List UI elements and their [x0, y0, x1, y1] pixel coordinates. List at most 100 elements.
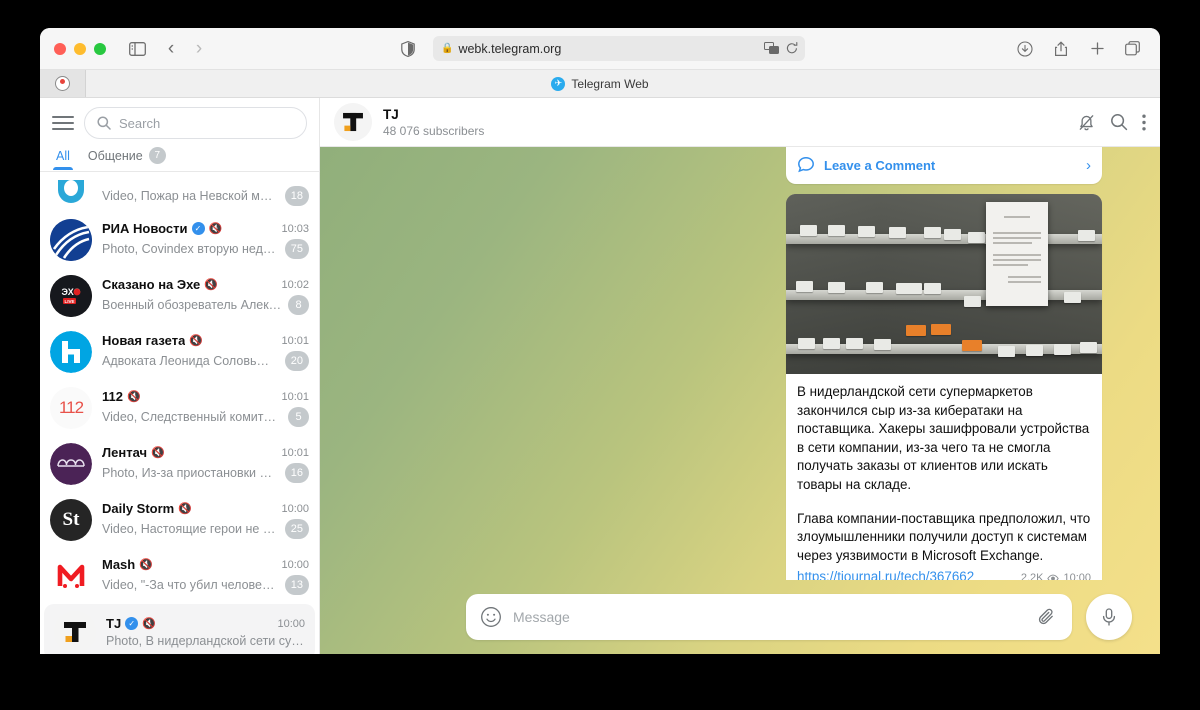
message-photo[interactable] [786, 194, 1102, 374]
list-item[interactable]: РИА Новости ✓ 🔇 10:03 Photo, Covindex вт… [40, 212, 319, 268]
price-tag [944, 229, 961, 240]
browser-tab[interactable] [40, 70, 86, 97]
message-bubble-current[interactable]: В нидерландской сети супермаркетов закон… [786, 194, 1102, 580]
avatar: St [50, 499, 92, 541]
price-tag [1078, 230, 1095, 241]
sidebar-toggle-icon[interactable] [124, 36, 150, 62]
chat-time: 10:00 [281, 559, 309, 571]
list-item-content: Mash 🔇 10:00 Video, "-За что убил челове… [102, 557, 309, 595]
chat-name: Лентач [102, 445, 147, 460]
leave-comment-button[interactable]: Leave a Comment › [786, 147, 1102, 184]
forward-chevron-icon: › [196, 39, 202, 58]
url-text: webk.telegram.org [458, 42, 561, 56]
filter-label: All [56, 149, 70, 163]
list-item[interactable]: Новая газета 🔇 10:01 Адвоката Леонида Со… [40, 324, 319, 380]
chat-header-actions [1077, 113, 1146, 132]
message-link[interactable]: https://tjournal.ru/tech/367662 [797, 569, 974, 580]
chat-preview: Video, Пожар на Невской м… [102, 189, 279, 203]
tab-overview-icon[interactable] [1120, 36, 1146, 62]
list-item[interactable]: ЭХО LIVE Сказано на Эхе 🔇 10:02 [40, 268, 319, 324]
share-icon[interactable] [1048, 36, 1074, 62]
reload-icon[interactable] [786, 42, 798, 55]
comment-bubble-icon [797, 156, 815, 174]
list-item[interactable]: Video, Пожар на Невской м… 18 [40, 172, 319, 212]
filter-tab-obshchenie[interactable]: Общение 7 [88, 147, 166, 171]
url-input[interactable]: 🔒 webk.telegram.org [433, 36, 805, 61]
price-tag [998, 346, 1015, 357]
voice-record-button[interactable] [1086, 594, 1132, 640]
message-input[interactable]: Message [466, 594, 1072, 640]
list-item-content: Сказано на Эхе 🔇 10:02 Военный обозреват… [102, 277, 309, 315]
forward-button[interactable]: › [186, 36, 212, 62]
download-icon[interactable] [1012, 36, 1038, 62]
paperclip-icon[interactable] [1036, 606, 1058, 628]
avatar: 112 [50, 387, 92, 429]
message-input-placeholder: Message [513, 609, 1025, 625]
unread-badge: 13 [285, 575, 309, 595]
price-tag-promo [906, 325, 926, 336]
browser-window: ‹ › 🔒 webk.telegram.org [40, 28, 1160, 654]
chat-name: Сказано на Эхе [102, 277, 200, 292]
mute-icon: 🔇 [127, 390, 141, 403]
message-bubble-previous[interactable]: https://tjournal.ru/news/367332 3.8K 09:… [786, 147, 1102, 184]
price-tag [896, 283, 922, 294]
list-item[interactable]: St Daily Storm 🔇 10:00 Video, Настоящие … [40, 492, 319, 548]
new-tab-plus-icon[interactable] [1084, 36, 1110, 62]
verified-badge-icon: ✓ [192, 222, 205, 235]
microphone-icon [1099, 607, 1119, 627]
hamburger-menu-icon[interactable] [52, 112, 74, 134]
search-icon[interactable] [1110, 113, 1128, 131]
back-button[interactable]: ‹ [158, 36, 184, 62]
chat-time: 10:00 [277, 618, 305, 630]
avatar [50, 443, 92, 485]
translate-icon[interactable] [764, 42, 779, 55]
close-window-button[interactable] [54, 43, 66, 55]
maximize-window-button[interactable] [94, 43, 106, 55]
list-item[interactable]: 112 112 🔇 10:01 Video, Следственный коми… [40, 380, 319, 436]
telegram-app: Search All Общение 7 [40, 98, 1160, 654]
price-tag [828, 282, 845, 293]
price-tag [924, 283, 941, 294]
list-item[interactable]: Mash 🔇 10:00 Video, "-За что убил челове… [40, 548, 319, 604]
unread-badge: 18 [285, 186, 309, 206]
more-vertical-icon[interactable] [1142, 114, 1146, 131]
chat-preview: Военный обозреватель Алек… [102, 298, 282, 312]
chat-header-avatar[interactable] [334, 103, 372, 141]
privacy-shield-icon[interactable] [395, 36, 421, 62]
filter-tab-all[interactable]: All [56, 149, 70, 170]
list-item-tj-selected[interactable]: TJ ✓ 🔇 10:00 Photo, В нидерландской сети… [44, 604, 315, 654]
minimize-window-button[interactable] [74, 43, 86, 55]
chat-name: Mash [102, 557, 135, 572]
svg-text:LIVE: LIVE [64, 299, 74, 304]
message-paragraph: В нидерландской сети супермаркетов закон… [797, 383, 1091, 495]
eye-icon [1047, 574, 1059, 580]
tab-strip: ✈ Telegram Web [40, 70, 1160, 98]
chat-list[interactable]: Video, Пожар на Невской м… 18 [40, 172, 319, 654]
chat-header-info[interactable]: TJ 48 076 subscribers [383, 107, 484, 138]
chat-name: TJ [106, 616, 121, 631]
bell-muted-icon[interactable] [1077, 113, 1096, 132]
filter-label: Общение [88, 149, 143, 163]
chat-name: Новая газета [102, 333, 185, 348]
avatar [54, 611, 96, 653]
price-tag [800, 225, 817, 236]
address-bar-area: 🔒 webk.telegram.org [395, 36, 805, 62]
chat-preview: Video, Следственный комит… [102, 410, 282, 424]
mute-icon: 🔇 [151, 446, 165, 459]
unread-badge: 25 [285, 519, 309, 539]
comment-label: Leave a Comment [824, 158, 935, 173]
toolbar-right-actions [1012, 36, 1146, 62]
search-input[interactable]: Search [84, 107, 307, 139]
avatar [50, 172, 92, 212]
list-item[interactable]: Лентач 🔇 10:01 Photo, Из-за приостановки… [40, 436, 319, 492]
list-item-content: 112 🔇 10:01 Video, Следственный комит… 5 [102, 389, 309, 427]
filter-count-badge: 7 [149, 147, 166, 164]
message-list[interactable]: https://tjournal.ru/news/367332 3.8K 09:… [320, 147, 1160, 580]
list-item-content: TJ ✓ 🔇 10:00 Photo, В нидерландской сети… [106, 616, 305, 648]
mute-icon: 🔇 [204, 278, 218, 291]
price-tag [796, 281, 813, 292]
chat-preview: Photo, Из-за приостановки … [102, 466, 279, 480]
emoji-smiley-icon[interactable] [480, 606, 502, 628]
chat-preview: Video, "-За что убил челове… [102, 578, 279, 592]
subscriber-count: 48 076 subscribers [383, 124, 484, 138]
